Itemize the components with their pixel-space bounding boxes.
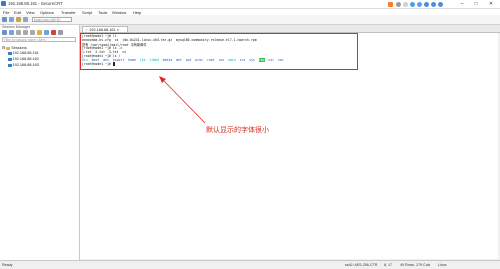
- status-ready: Ready: [2, 262, 13, 267]
- annotation-text: 默认显示的字体很小: [206, 127, 269, 134]
- status-cursor-pos: 8, 17: [384, 262, 392, 267]
- status-ssh: ssh2: AES-256-CTR: [345, 262, 378, 267]
- status-size: 49 Rows, 179 Cols: [400, 262, 431, 267]
- status-os: Linux: [438, 262, 447, 267]
